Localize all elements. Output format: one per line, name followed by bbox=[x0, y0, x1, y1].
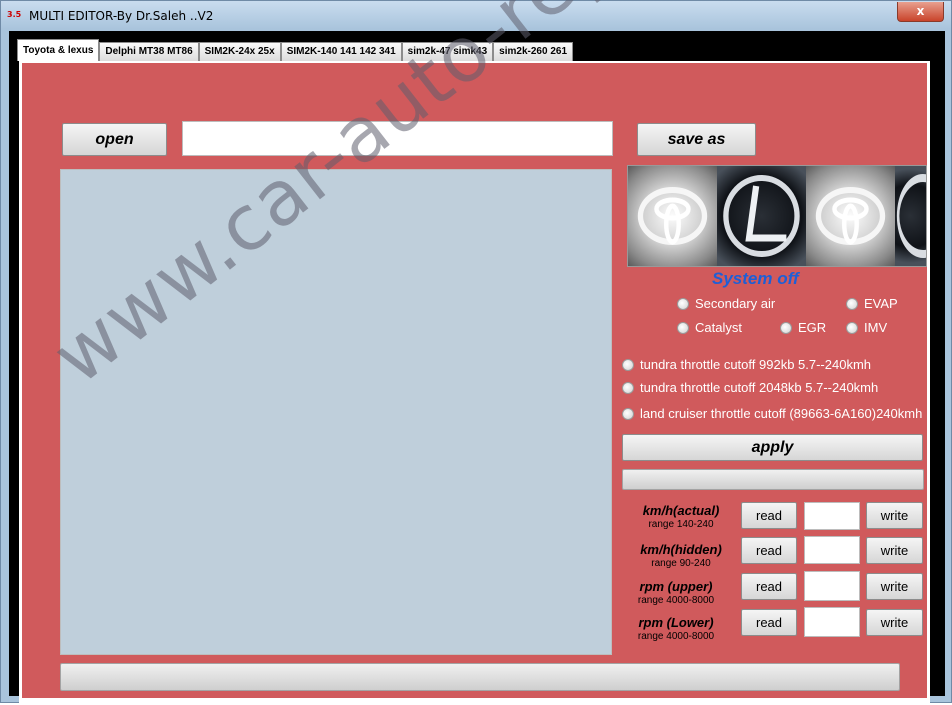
read-speed-actual-button[interactable]: read bbox=[741, 502, 797, 529]
brand-logo-strip bbox=[627, 165, 927, 267]
apply-progress-bar bbox=[622, 469, 924, 490]
speed-hidden-title: km/h(hidden) bbox=[640, 542, 722, 557]
tundra-2048kb-label: tundra throttle cutoff 2048kb 5.7--240km… bbox=[640, 380, 879, 395]
rpm-upper-range: range 4000-8000 bbox=[637, 595, 715, 606]
rpm-lower-title: rpm (Lower) bbox=[638, 615, 714, 630]
main-progress-bar bbox=[60, 663, 900, 691]
speed-hidden-value-field[interactable] bbox=[804, 536, 860, 564]
write-rpm-upper-button[interactable]: write bbox=[866, 573, 923, 600]
tab-delphi[interactable]: Delphi MT38 MT86 bbox=[99, 42, 199, 61]
editor-panel: open save as System off Secondary air EV… bbox=[22, 63, 927, 698]
rpm-upper-value-field[interactable] bbox=[804, 571, 860, 601]
catalyst-label: Catalyst bbox=[695, 320, 742, 335]
tab-toyota-lexus[interactable]: Toyota & lexus bbox=[17, 39, 100, 61]
close-button[interactable]: x bbox=[897, 2, 944, 22]
read-rpm-upper-button[interactable]: read bbox=[741, 573, 797, 600]
tab-sim2k-260[interactable]: sim2k-260 261 bbox=[493, 42, 574, 61]
tundra-992kb-radio[interactable] bbox=[622, 359, 634, 371]
open-button[interactable]: open bbox=[62, 123, 167, 156]
evap-radio[interactable] bbox=[846, 298, 858, 310]
title-bar[interactable]: 3.5 MULTI EDITOR-By Dr.Saleh ..V2 x bbox=[1, 1, 951, 29]
close-icon: x bbox=[916, 4, 925, 18]
rpm-upper-title: rpm (upper) bbox=[639, 579, 713, 594]
write-speed-actual-button[interactable]: write bbox=[866, 502, 923, 529]
land-cruiser-label: land cruiser throttle cutoff (89663-6A16… bbox=[640, 406, 923, 421]
land-cruiser-radio[interactable] bbox=[622, 408, 634, 420]
read-speed-hidden-button[interactable]: read bbox=[741, 537, 797, 564]
speed-hidden-range: range 90-240 bbox=[651, 558, 711, 569]
evap-label: EVAP bbox=[864, 296, 898, 311]
apply-button[interactable]: apply bbox=[622, 434, 923, 461]
imv-radio[interactable] bbox=[846, 322, 858, 334]
speed-actual-title: km/h(actual) bbox=[642, 503, 720, 518]
lexus-logo bbox=[894, 166, 926, 266]
system-status-label: System off bbox=[712, 269, 799, 288]
rpm-lower-range: range 4000-8000 bbox=[637, 631, 715, 642]
hex-editor-area[interactable] bbox=[60, 169, 612, 655]
client-area: Toyota & lexus Delphi MT38 MT86 SIM2K-24… bbox=[9, 31, 945, 705]
save-as-button[interactable]: save as bbox=[637, 123, 756, 156]
tab-sim2k-140[interactable]: SIM2K-140 141 142 341 bbox=[280, 42, 402, 61]
read-rpm-lower-button[interactable]: read bbox=[741, 609, 797, 636]
catalyst-radio[interactable] bbox=[677, 322, 689, 334]
rpm-lower-value-field[interactable] bbox=[804, 607, 860, 637]
toyota-logo bbox=[805, 166, 895, 266]
window-title: MULTI EDITOR-By Dr.Saleh ..V2 bbox=[29, 9, 214, 23]
file-path-field[interactable] bbox=[182, 121, 613, 156]
tundra-992kb-label: tundra throttle cutoff 992kb 5.7--240kmh bbox=[640, 357, 872, 372]
tundra-2048kb-radio[interactable] bbox=[622, 382, 634, 394]
speed-actual-value-field[interactable] bbox=[804, 502, 860, 530]
lexus-logo bbox=[716, 166, 806, 266]
toyota-logo bbox=[628, 166, 717, 266]
imv-label: IMV bbox=[864, 320, 888, 335]
write-rpm-lower-button[interactable]: write bbox=[866, 609, 923, 636]
secondary-air-label: Secondary air bbox=[695, 296, 776, 311]
app-window: 3.5 MULTI EDITOR-By Dr.Saleh ..V2 x Toyo… bbox=[0, 0, 952, 705]
egr-label: EGR bbox=[798, 320, 827, 335]
tab-strip: Toyota & lexus Delphi MT38 MT86 SIM2K-24… bbox=[17, 39, 574, 61]
tab-sim2k-24x[interactable]: SIM2K-24x 25x bbox=[198, 42, 281, 61]
tab-sim2k-47[interactable]: sim2k-47 simk43 bbox=[401, 42, 494, 61]
egr-radio[interactable] bbox=[780, 322, 792, 334]
tab-panel: open save as System off Secondary air EV… bbox=[19, 61, 930, 705]
speed-actual-range: range 140-240 bbox=[648, 519, 714, 530]
write-speed-hidden-button[interactable]: write bbox=[866, 537, 923, 564]
app-icon: 3.5 bbox=[7, 10, 22, 19]
secondary-air-radio[interactable] bbox=[677, 298, 689, 310]
